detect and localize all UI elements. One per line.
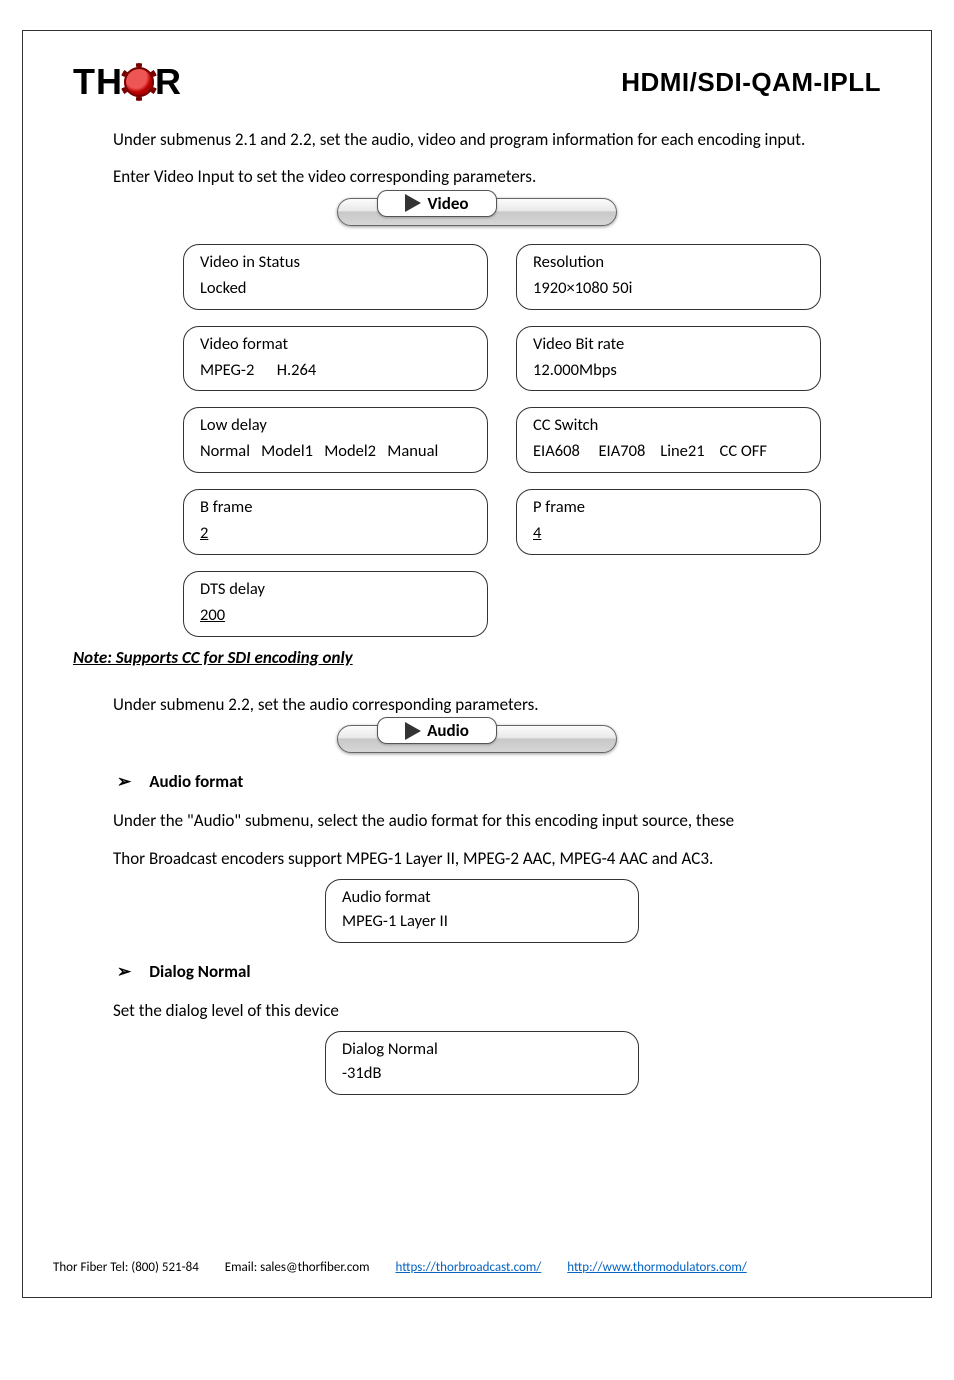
logo-text-left: TH	[73, 61, 123, 103]
param-title: P frame	[533, 496, 804, 520]
play-icon	[405, 722, 421, 740]
param-value: EIA608 EIA708 Line21 CC OFF	[533, 440, 804, 464]
dialog-normal-heading: ➢ Dialog Normal	[117, 961, 881, 982]
param-value: MPEG-1 Layer II	[342, 910, 622, 934]
param-title: Resolution	[533, 251, 804, 275]
param-value: Locked	[200, 277, 471, 301]
param-title: CC Switch	[533, 414, 804, 438]
footer-link-2[interactable]: http://www.thormodulators.com/	[567, 1260, 746, 1275]
param-value: MPEG-2 H.264	[200, 359, 471, 383]
video-menu-button[interactable]: Video	[337, 198, 617, 226]
intro-paragraph-2: Enter Video Input to set the video corre…	[113, 158, 881, 195]
audio-format-heading: ➢ Audio format	[117, 771, 881, 792]
audio-intro: Under submenu 2.2, set the audio corresp…	[113, 686, 881, 723]
page-header: TH R HDMI/SDI-QAM-IPLL	[73, 61, 881, 103]
intro-paragraph-1: Under submenus 2.1 and 2.2, set the audi…	[113, 121, 881, 158]
param-value: 2	[200, 522, 471, 546]
chevron-icon: ➢	[117, 771, 131, 792]
b-frame-box[interactable]: B frame 2	[183, 489, 488, 555]
cc-note: Note: Supports CC for SDI encoding only	[73, 647, 881, 668]
audio-format-desc-2: Thor Broadcast encoders support MPEG-1 L…	[113, 840, 881, 877]
footer-email: Email: sales@thorfiber.com	[225, 1260, 370, 1275]
dialog-desc: Set the dialog level of this device	[113, 992, 881, 1029]
audio-menu-label: Audio	[427, 720, 469, 741]
audio-menu-button[interactable]: Audio	[337, 725, 617, 753]
play-icon	[405, 194, 421, 212]
param-value: 200	[200, 604, 471, 628]
chevron-icon: ➢	[117, 961, 131, 982]
logo-text-right: R	[155, 61, 182, 103]
param-value: Normal Model1 Model2 Manual	[200, 440, 471, 464]
dialog-normal-box[interactable]: Dialog Normal -31dB	[325, 1031, 639, 1095]
video-bitrate-box[interactable]: Video Bit rate 12.000Mbps	[516, 326, 821, 392]
low-delay-box[interactable]: Low delay Normal Model1 Model2 Manual	[183, 407, 488, 473]
param-title: Video Bit rate	[533, 333, 804, 357]
video-menu-label: Video	[427, 193, 468, 214]
video-format-box[interactable]: Video format MPEG-2 H.264	[183, 326, 488, 392]
page-footer: Thor Fiber Tel: (800) 521-84 Email: sale…	[53, 1260, 881, 1275]
param-title: Dialog Normal	[342, 1038, 622, 1062]
p-frame-box[interactable]: P frame 4	[516, 489, 821, 555]
heading-text: Audio format	[149, 771, 243, 792]
param-title: DTS delay	[200, 578, 471, 602]
param-title: Video format	[200, 333, 471, 357]
resolution-box[interactable]: Resolution 1920×1080 50i	[516, 244, 821, 310]
param-title: B frame	[200, 496, 471, 520]
audio-format-desc-1: Under the "Audio" submenu, select the au…	[113, 802, 881, 839]
param-value: -31dB	[342, 1062, 622, 1086]
param-value: 4	[533, 522, 804, 546]
document-title: HDMI/SDI-QAM-IPLL	[621, 67, 881, 98]
param-value: 1920×1080 50i	[533, 277, 804, 301]
video-params-grid: Video in Status Locked Resolution 1920×1…	[183, 244, 821, 637]
gear-icon	[124, 67, 154, 97]
param-title: Low delay	[200, 414, 471, 438]
audio-format-box[interactable]: Audio format MPEG-1 Layer II	[325, 879, 639, 943]
dts-delay-box[interactable]: DTS delay 200	[183, 571, 488, 637]
footer-link-1[interactable]: https://thorbroadcast.com/	[395, 1260, 541, 1275]
cc-switch-box[interactable]: CC Switch EIA608 EIA708 Line21 CC OFF	[516, 407, 821, 473]
param-value: 12.000Mbps	[533, 359, 804, 383]
video-in-status-box[interactable]: Video in Status Locked	[183, 244, 488, 310]
heading-text: Dialog Normal	[149, 961, 250, 982]
thor-logo: TH R	[73, 61, 182, 103]
param-title: Audio format	[342, 886, 622, 910]
footer-tel: Thor Fiber Tel: (800) 521-84	[53, 1260, 199, 1275]
param-title: Video in Status	[200, 251, 471, 275]
